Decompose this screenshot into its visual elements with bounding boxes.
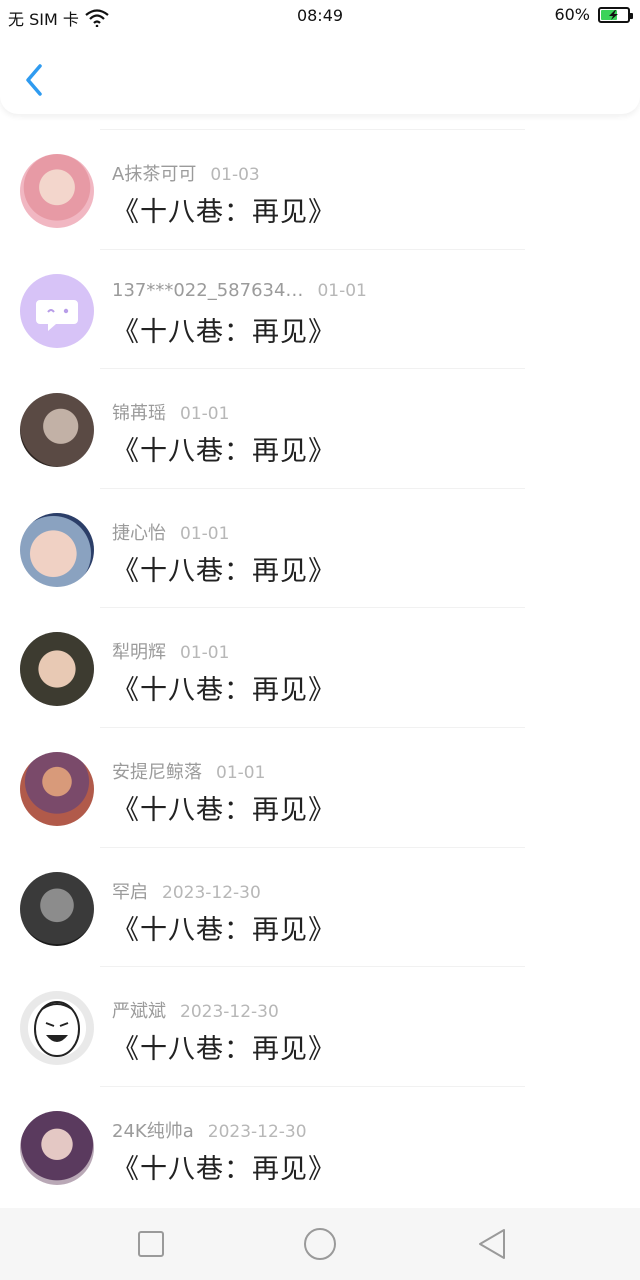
comment-meta: 137***022_587634… 01-01 bbox=[112, 280, 367, 301]
comment-row[interactable]: 安提尼鲸落 01-01 《十八巷：再见》 bbox=[0, 712, 640, 832]
comment-meta: 捷心怡 01-01 bbox=[112, 519, 229, 545]
comment-row[interactable]: 严斌斌 2023-12-30 《十八巷：再见》 bbox=[0, 951, 640, 1071]
back-button[interactable] bbox=[20, 60, 52, 100]
comment-date: 01-03 bbox=[210, 165, 260, 185]
recent-apps-icon bbox=[138, 1231, 164, 1257]
row-divider bbox=[100, 726, 525, 728]
comment-row[interactable]: 锦苒瑶 01-01 《十八巷：再见》 bbox=[0, 353, 640, 473]
home-icon bbox=[304, 1228, 336, 1260]
comment-text: 《十八巷：再见》 bbox=[112, 197, 336, 228]
comment-row[interactable]: 犁明辉 01-01 《十八巷：再见》 bbox=[0, 592, 640, 712]
comment-row[interactable]: 捷心怡 01-01 《十八巷：再见》 bbox=[0, 473, 640, 593]
username[interactable]: 严斌斌 bbox=[112, 1001, 166, 1022]
comment-text: 《十八巷：再见》 bbox=[112, 1034, 336, 1066]
comment-date: 2023-12-30 bbox=[180, 1002, 279, 1023]
home-button[interactable] bbox=[300, 1226, 340, 1262]
row-divider bbox=[100, 846, 525, 848]
comment-row[interactable]: A抹茶可可 01-03 《十八巷：再见》 bbox=[0, 114, 640, 234]
comment-meta: 安提尼鲸落 01-01 bbox=[112, 758, 265, 784]
comment-row[interactable]: 罕启 2023-12-30 《十八巷：再见》 bbox=[0, 832, 640, 952]
system-nav-bar bbox=[0, 1208, 640, 1280]
comment-date: 01-01 bbox=[180, 643, 230, 664]
username[interactable]: 137***022_587634… bbox=[112, 280, 303, 301]
username[interactable]: 犁明辉 bbox=[112, 642, 166, 663]
row-divider bbox=[100, 966, 525, 968]
row-divider bbox=[100, 368, 525, 370]
username[interactable]: 捷心怡 bbox=[112, 523, 166, 544]
user-avatar[interactable] bbox=[20, 751, 94, 826]
comment-row[interactable]: 24K纯帅a 2023-12-30 《十八巷：再见》 bbox=[0, 1071, 640, 1191]
comment-meta: 严斌斌 2023-12-30 bbox=[112, 997, 279, 1023]
comment-text: 《十八巷：再见》 bbox=[112, 1153, 336, 1185]
comment-date: 01-01 bbox=[216, 762, 266, 783]
username[interactable]: 安提尼鲸落 bbox=[112, 762, 202, 783]
comment-date: 2023-12-30 bbox=[162, 882, 261, 903]
charging-bolt-icon bbox=[609, 9, 618, 20]
nav-back-button[interactable] bbox=[472, 1226, 512, 1262]
user-avatar[interactable] bbox=[20, 871, 94, 946]
chevron-left-icon bbox=[26, 64, 42, 96]
row-divider bbox=[100, 1085, 525, 1087]
comment-meta: 犁明辉 01-01 bbox=[112, 638, 229, 664]
comment-list: A抹茶可可 01-03 《十八巷：再见》 137***022_587634… 01-01… bbox=[0, 114, 640, 1190]
clock: 08:49 bbox=[296, 6, 344, 25]
user-avatar[interactable] bbox=[20, 154, 94, 228]
comment-meta: 24K纯帅a 2023-12-30 bbox=[112, 1117, 307, 1143]
comment-text: 《十八巷：再见》 bbox=[112, 914, 336, 946]
comment-text: 《十八巷：再见》 bbox=[112, 316, 336, 348]
row-divider bbox=[100, 487, 525, 489]
comment-text: 《十八巷：再见》 bbox=[112, 675, 336, 707]
comment-meta: 锦苒瑶 01-01 bbox=[112, 399, 229, 425]
user-avatar[interactable] bbox=[20, 632, 94, 707]
comment-date: 01-01 bbox=[317, 280, 367, 301]
comment-date: 01-01 bbox=[180, 523, 230, 544]
comment-meta: A抹茶可可 01-03 bbox=[112, 160, 260, 186]
battery-percent: 60% bbox=[554, 5, 590, 24]
comment-text: 《十八巷：再见》 bbox=[112, 794, 336, 826]
meme-face-icon bbox=[34, 1001, 80, 1058]
comment-row[interactable]: 137***022_587634… 01-01 《十八巷：再见》 bbox=[0, 234, 640, 354]
battery-icon bbox=[598, 6, 633, 23]
row-divider bbox=[100, 607, 525, 609]
username[interactable]: 锦苒瑶 bbox=[112, 403, 166, 424]
back-icon bbox=[479, 1229, 505, 1259]
user-avatar[interactable] bbox=[20, 1110, 94, 1185]
user-avatar[interactable] bbox=[20, 512, 94, 587]
comment-meta: 罕启 2023-12-30 bbox=[112, 878, 261, 904]
recent-apps-button[interactable] bbox=[131, 1226, 171, 1262]
comment-date: 01-01 bbox=[180, 404, 230, 425]
username[interactable]: 罕启 bbox=[112, 882, 148, 903]
comment-text: 《十八巷：再见》 bbox=[112, 555, 336, 587]
row-divider bbox=[100, 248, 525, 250]
comment-text: 《十八巷：再见》 bbox=[112, 436, 336, 468]
user-avatar[interactable] bbox=[20, 991, 94, 1066]
comment-date: 2023-12-30 bbox=[207, 1121, 307, 1142]
row-divider bbox=[100, 129, 525, 130]
username[interactable]: 24K纯帅a bbox=[112, 1121, 194, 1142]
chat-bubble-icon bbox=[36, 299, 78, 331]
user-avatar[interactable] bbox=[20, 393, 94, 468]
username[interactable]: A抹茶可可 bbox=[112, 164, 196, 185]
user-avatar[interactable] bbox=[20, 273, 94, 348]
status-bar: 无 SIM 卡 08:49 60% bbox=[0, 0, 640, 34]
